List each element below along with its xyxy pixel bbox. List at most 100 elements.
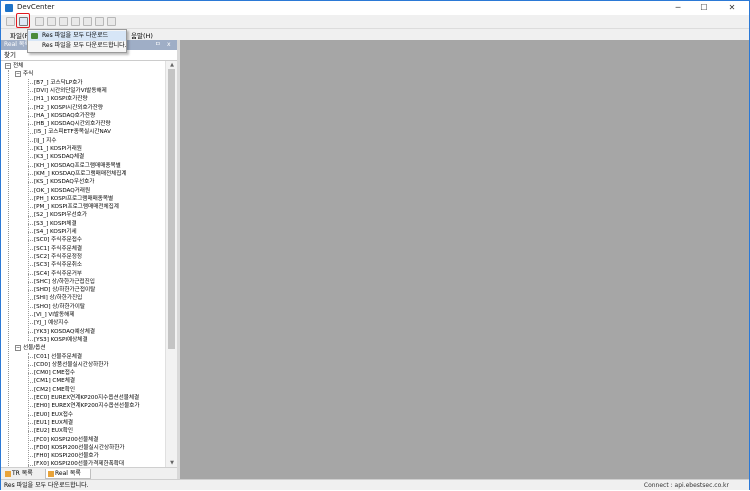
close-panel-icon[interactable]: x: [167, 40, 171, 50]
tree-item[interactable]: [K3_] KOSDAQ체결: [34, 153, 84, 161]
tree-item[interactable]: [H1_] KOSPI호가잔량: [34, 95, 88, 103]
close-button[interactable]: ✕: [721, 1, 743, 15]
tree-item[interactable]: [I5_] 코스피ETF종목실시간NAV: [34, 128, 111, 136]
tree-item[interactable]: [SC0] 주식주문접수: [34, 236, 82, 244]
menu-help[interactable]: 움말(H): [131, 30, 153, 40]
maximize-button[interactable]: ☐: [693, 1, 715, 15]
tab-label: TR 목록: [12, 470, 33, 477]
tree-label: [SHI] 상/하한가진입: [34, 295, 83, 302]
tree-item[interactable]: [YK3] KOSDAQ예상체결: [34, 328, 95, 336]
tree-item[interactable]: [VI_] VI발동해제: [34, 311, 74, 319]
menu-item-download-all-res[interactable]: Res 파일을 모두 다운로드: [28, 31, 126, 41]
run-icon[interactable]: [35, 17, 44, 26]
tree-item[interactable]: [EU2] EUX확인: [34, 427, 73, 435]
tree-item[interactable]: [CD0] 상품선물실시간상하한가: [34, 361, 109, 369]
tree-item[interactable]: [FH0] KOSPI200선물호가: [34, 452, 99, 460]
collapse-icon[interactable]: −: [5, 62, 11, 69]
tree-item[interactable]: [SHO] 상/하한가이탈: [34, 303, 85, 311]
tree-item[interactable]: [FX0] KOSPI200선물가격제한폭확대: [34, 460, 124, 467]
tree-label: [K3_] KOSDAQ체결: [34, 154, 85, 161]
scroll-thumb[interactable]: [168, 69, 175, 349]
tree-item[interactable]: [SC4] 주식주문거부: [34, 270, 82, 278]
tree-item[interactable]: [FC0] KOSPI200선물체결: [34, 436, 98, 444]
tree-item[interactable]: [IJ_] 지수: [34, 137, 57, 145]
tree-label: [SC4] 주식주문거부: [34, 270, 83, 277]
tree-label: [C01] 선물주문체결: [34, 353, 83, 360]
tree-label: [EU1] EUX체결: [34, 419, 74, 426]
tree-label: [YS3] KOSPI예상체결: [34, 336, 88, 343]
tree-item[interactable]: [S2_] KOSPI우선호가: [34, 211, 87, 219]
tree-item[interactable]: [CM2] CME확인: [34, 386, 75, 394]
tree-label: [OK_] KOSDAQ거래원: [34, 187, 91, 194]
tree-label: [YK3] KOSDAQ예상체결: [34, 328, 96, 335]
tree-item[interactable]: [SHD] 상/하한가근접이탈: [34, 286, 95, 294]
tree-item[interactable]: [FD0] KOSPI200선물실시간상하한가: [34, 444, 125, 452]
tree-item[interactable]: [EU1] EUX체결: [34, 419, 73, 427]
tree-scrollbar[interactable]: ▲ ▼: [165, 61, 177, 467]
tree-item[interactable]: [KS_] KOSDAQ우선호가: [34, 178, 94, 186]
print-icon[interactable]: [95, 17, 104, 26]
tree-item[interactable]: [B7_] 코스닥LP호가: [34, 79, 83, 87]
tree-label: [I5_] 코스피ETF종목실시간NAV: [34, 129, 111, 136]
tree-item[interactable]: [HB_] KOSDAQ시간외호가잔량: [34, 120, 111, 128]
tree-label: [IJ_] 지수: [34, 137, 57, 144]
tree-item[interactable]: [DVI] 시간외단일가VI발동해제: [34, 87, 107, 95]
download-icon: [31, 33, 38, 39]
tree-item[interactable]: [CM0] CME접수: [34, 369, 75, 377]
settings-icon[interactable]: [107, 17, 116, 26]
list-icon: [5, 471, 11, 477]
tree-item[interactable]: [KH_] KOSDAQ프로그램매매종목별: [34, 162, 121, 170]
tree-connector: [28, 78, 29, 341]
tree-item[interactable]: [EH0] EUREX연계KP200지수옵션선물호가: [34, 402, 140, 410]
tab-tr-list[interactable]: TR 목록: [3, 469, 43, 479]
tree-connector: [28, 340, 33, 342]
tree-item[interactable]: [CM1] CME체결: [34, 377, 75, 385]
tree-label: [CM0] CME접수: [34, 370, 75, 377]
status-bar: Res 파일을 모두 다운로드합니다. Connect : api.ebests…: [1, 479, 749, 490]
open-icon[interactable]: [6, 17, 15, 26]
tree-item[interactable]: [HA_] KOSDAQ호가잔량: [34, 112, 95, 120]
main-content-area: [180, 40, 749, 479]
tree-label: [EC0] EUREX연계KP200지수옵션선물체결: [34, 395, 140, 401]
tree-item[interactable]: [SHI] 상/하한가진입: [34, 294, 82, 302]
tree-item[interactable]: [S3_] KOSPI체결: [34, 220, 77, 228]
tree-item[interactable]: [K1_] KOSPI거래원: [34, 145, 82, 153]
tree-label: [EU0] EUX접수: [34, 411, 74, 418]
tree-item[interactable]: [KM_] KOSDAQ프로그램매매전체집계: [34, 170, 127, 178]
tree-item[interactable]: [C01] 선물주문체결: [34, 353, 82, 361]
tree-label: [SC1] 주식주문체결: [34, 245, 83, 252]
refresh-icon[interactable]: [59, 17, 68, 26]
tree-item[interactable]: [PH_] KOSPI프로그램매매종목별: [34, 195, 113, 203]
real-list-tree: − 전체 − 주식 [B7_] 코스닥LP호가 [DVI] 시간외단일가VI발동해제 [H1…: [1, 61, 165, 467]
tree-item[interactable]: [H2_] KOSPI시간외호가잔량: [34, 104, 103, 112]
search-label: 찾기: [4, 51, 16, 59]
save-icon[interactable]: [71, 17, 80, 26]
tree-group[interactable]: − 선물/옵션: [15, 344, 45, 352]
tree-connector: [8, 70, 9, 467]
collapse-icon[interactable]: −: [15, 70, 21, 77]
stop-icon[interactable]: [47, 17, 56, 26]
tree-label: [YJ_] 예상지수: [34, 320, 69, 327]
tree-label: [S3_] KOSPI체결: [34, 220, 77, 227]
tree-item[interactable]: [PM_] KOSPI프로그램매매전체집계: [34, 203, 119, 211]
tree-label: [CM2] CME확인: [34, 386, 75, 393]
tree-item[interactable]: [SC1] 주식주문체결: [34, 245, 82, 253]
tree-item[interactable]: [EC0] EUREX연계KP200지수옵션선물체결: [34, 394, 139, 402]
minimize-button[interactable]: ─: [667, 1, 689, 15]
pin-icon[interactable]: ㅁ: [155, 40, 161, 50]
tree-item[interactable]: [YJ_] 예상지수: [34, 319, 69, 327]
tree-item[interactable]: [SC2] 주식주문정정: [34, 253, 82, 261]
tree-label: [H2_] KOSPI시간외호가잔량: [34, 104, 104, 111]
tab-real-list[interactable]: Real 목록: [45, 469, 91, 479]
tree-label: [PH_] KOSPI프로그램매매종목별: [34, 195, 114, 202]
tree-item[interactable]: [SHC] 상/하한가근접진입: [34, 278, 95, 286]
tree-item[interactable]: [YS3] KOSPI예상체결: [34, 336, 88, 344]
collapse-icon[interactable]: −: [15, 344, 21, 351]
tree-item[interactable]: [EU0] EUX접수: [34, 411, 73, 419]
copy-icon[interactable]: [83, 17, 92, 26]
tree-item[interactable]: [SC3] 주식주문취소: [34, 261, 82, 269]
tree-item[interactable]: [OK_] KOSDAQ거래원: [34, 187, 90, 195]
tree-label: [S2_] KOSPI우선호가: [34, 212, 87, 219]
tree-item[interactable]: [S4_] KOSPI기세: [34, 228, 77, 236]
tree-group[interactable]: − 주식: [15, 70, 33, 78]
